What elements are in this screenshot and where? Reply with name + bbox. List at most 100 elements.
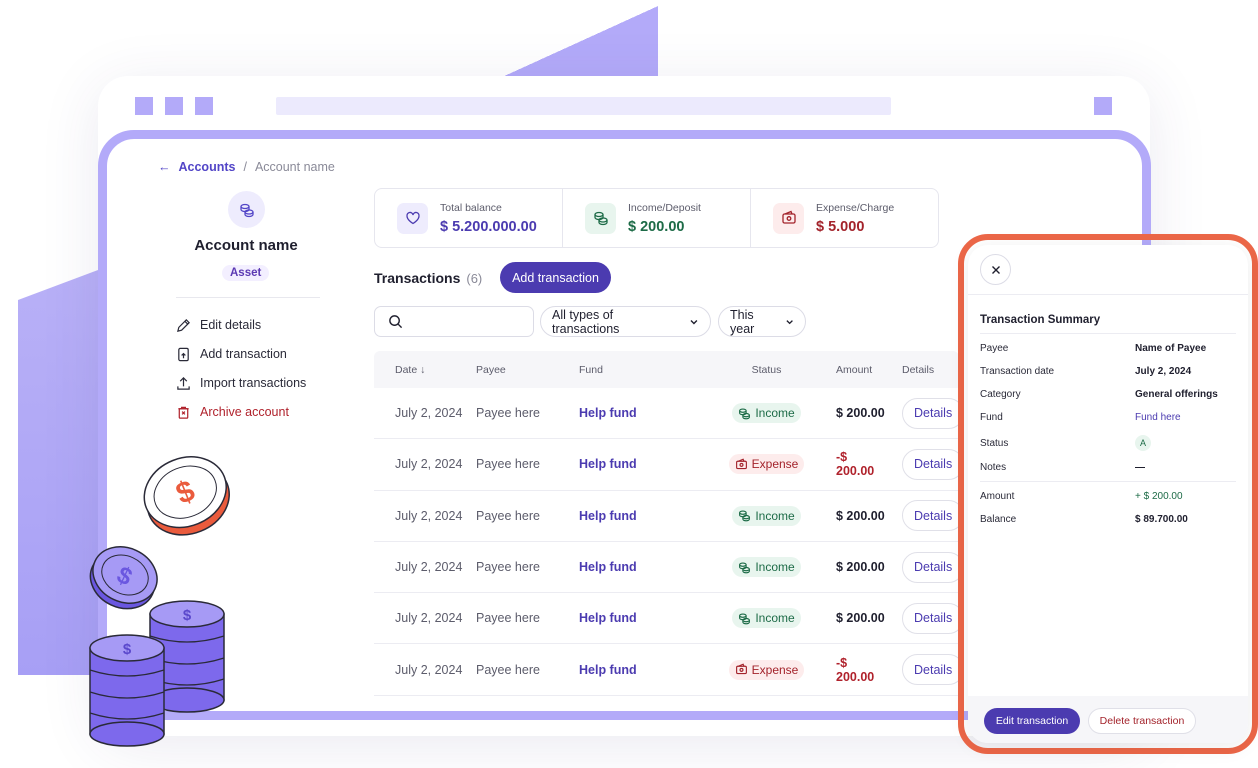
- fund-link[interactable]: Help fund: [579, 406, 717, 420]
- coins-icon: [738, 561, 751, 574]
- status-label: Expense: [751, 662, 799, 677]
- account-name: Account name: [194, 237, 298, 254]
- table-row[interactable]: July 2, 2024 Payee here Help fund Income $ 2…: [374, 491, 964, 542]
- breadcrumb: ← Accounts / Account name: [158, 160, 335, 174]
- table-row[interactable]: July 2, 2024 Payee here Help fund Income $ 2…: [374, 542, 964, 594]
- fund-link[interactable]: Help fund: [579, 509, 717, 523]
- add-transaction-action[interactable]: Add transaction: [176, 345, 306, 363]
- field-key: Notes: [980, 462, 1007, 473]
- transaction-type-filter[interactable]: All types of transactions: [540, 306, 711, 337]
- coins-illustration: $ $ $ $: [89, 456, 230, 747]
- summary-total-balance: Balance $ 89.700.00: [980, 514, 1235, 525]
- cell-details: Details: [888, 500, 964, 532]
- table-row[interactable]: July 2, 2024 Payee here Help fund Income $ 2…: [374, 593, 964, 645]
- fund-link[interactable]: Help fund: [579, 663, 717, 677]
- fund-link[interactable]: Fund here: [1135, 412, 1181, 423]
- table-row[interactable]: July 2, 2024 Payee here Help fund Income $ 2…: [374, 388, 964, 440]
- divider: [980, 481, 1236, 482]
- status-badge: Expense: [728, 454, 805, 475]
- window-control-square: [1094, 97, 1112, 115]
- period-filter[interactable]: This year: [718, 306, 806, 337]
- account-stats: Total balance $ 5.200.000.00 Income/Depo…: [374, 188, 939, 248]
- coins-icon: [738, 407, 751, 420]
- divider: [176, 297, 320, 298]
- field-value: $ 89.700.00: [1135, 514, 1188, 525]
- column-details: Details: [902, 363, 935, 376]
- stat-label: Expense/Charge: [816, 201, 895, 214]
- stat-expense: Expense/Charge $ 5.000: [751, 189, 938, 247]
- fund-link[interactable]: Help fund: [579, 457, 717, 471]
- details-button[interactable]: Details: [902, 397, 964, 429]
- details-button[interactable]: Details: [902, 551, 964, 583]
- coins-icon: [738, 509, 751, 522]
- summary-field-date: Transaction date July 2, 2024: [980, 366, 1235, 377]
- cell-status: Income: [717, 505, 816, 526]
- column-label: Date: [395, 363, 418, 376]
- transactions-heading: Transactions (6): [374, 270, 482, 286]
- transactions-title: Transactions: [374, 270, 461, 286]
- wallet-icon: [773, 202, 804, 234]
- search-icon: [389, 315, 403, 329]
- status-badge: Income: [732, 557, 801, 578]
- table-row[interactable]: July 2, 2024 Payee here Help fund Expense -$…: [374, 644, 964, 696]
- cell-status: Income: [717, 608, 816, 629]
- cell-status: Expense: [717, 454, 816, 475]
- summary-field-status: Status A: [980, 435, 1235, 451]
- chevron-down-icon: [690, 319, 698, 324]
- upload-icon: [177, 376, 190, 390]
- search-box[interactable]: [374, 306, 534, 337]
- cell-details: Details: [888, 448, 964, 480]
- cell-status: Income: [717, 403, 816, 424]
- cell-payee: Payee here: [476, 508, 540, 523]
- details-button[interactable]: Details: [902, 654, 964, 686]
- column-date[interactable]: Date ↓: [374, 364, 476, 376]
- details-button[interactable]: Details: [902, 602, 964, 634]
- cell-details: Details: [888, 602, 964, 634]
- cell-amount: $ 200.00: [836, 611, 885, 626]
- breadcrumb-accounts-link[interactable]: Accounts: [179, 160, 236, 174]
- coins-icon: [239, 203, 254, 217]
- search-input[interactable]: [411, 314, 521, 329]
- trash-icon: [178, 406, 189, 419]
- summary-title: Transaction Summary: [980, 314, 1101, 326]
- cell-details: Details: [888, 397, 964, 429]
- fund-link[interactable]: Help fund: [579, 560, 717, 574]
- cell-date: July 2, 2024: [395, 560, 463, 575]
- chevron-down-icon: [786, 319, 793, 324]
- cell-date: July 2, 2024: [395, 662, 463, 677]
- edit-details-action[interactable]: Edit details: [176, 316, 306, 334]
- heart-icon: [397, 202, 428, 234]
- status-badge: A: [1135, 435, 1151, 451]
- cell-payee: Payee here: [476, 457, 540, 472]
- transactions-count: (6): [466, 271, 483, 286]
- summary-total-amount: Amount + $ 200.00: [980, 491, 1235, 502]
- status-badge: Income: [732, 403, 801, 424]
- field-value: July 2, 2024: [1135, 366, 1192, 377]
- status-badge: Income: [732, 505, 801, 526]
- stat-label: Income/Deposit: [628, 201, 701, 214]
- archive-account-action[interactable]: Archive account: [176, 403, 306, 421]
- fund-link[interactable]: Help fund: [579, 611, 717, 625]
- cell-amount: -$ 200.00: [836, 450, 875, 479]
- coins-icon: [738, 612, 751, 625]
- delete-transaction-button[interactable]: Delete transaction: [1088, 708, 1196, 734]
- menu-item-label: Add transaction: [200, 347, 287, 361]
- account-type-badge: Asset: [222, 265, 270, 281]
- table-row[interactable]: July 2, 2024 Payee here Help fund Expense -$…: [374, 439, 964, 491]
- file-plus-icon: [178, 347, 189, 361]
- add-transaction-button[interactable]: Add transaction: [500, 262, 611, 293]
- field-key: Amount: [980, 491, 1015, 502]
- column-payee: Payee: [476, 363, 506, 376]
- summary-field-category: Category General offerings: [980, 389, 1235, 400]
- cell-date: July 2, 2024: [395, 457, 463, 472]
- filter-value: This year: [730, 307, 755, 336]
- edit-transaction-button[interactable]: Edit transaction: [984, 708, 1080, 734]
- arrow-left-icon[interactable]: ←: [158, 160, 171, 174]
- details-button[interactable]: Details: [902, 448, 964, 480]
- details-button[interactable]: Details: [902, 500, 964, 532]
- close-panel-button[interactable]: [980, 254, 1011, 285]
- import-transactions-action[interactable]: Import transactions: [176, 374, 306, 392]
- status-label: Expense: [751, 457, 799, 472]
- table-header: Date ↓ Payee Fund Status Amount Details: [374, 351, 959, 388]
- menu-item-label: Archive account: [200, 405, 289, 419]
